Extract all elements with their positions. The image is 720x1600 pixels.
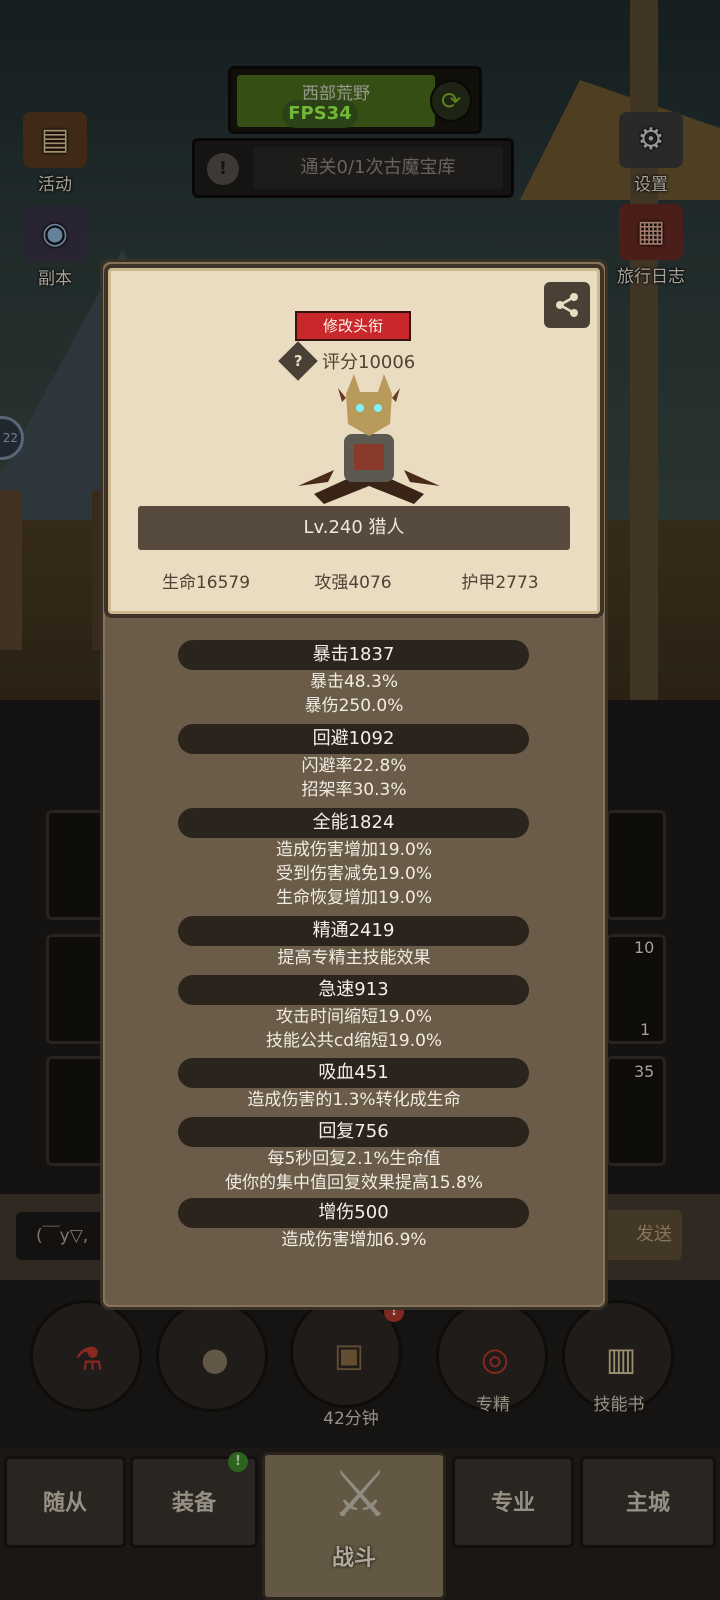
share-icon xyxy=(556,293,578,317)
stat-detail: 生命恢复增加19.0% xyxy=(275,888,432,908)
stat-header: 精通2419 xyxy=(178,916,529,946)
stat-header: 吸血451 xyxy=(178,1058,529,1088)
hp-stat: 生命16579 xyxy=(161,573,251,593)
stat-header: 全能1824 xyxy=(178,808,529,838)
stat-detail: 暴击48.3% xyxy=(309,672,398,692)
stat-detail: 提高专精主技能效果 xyxy=(277,948,431,968)
stat-header: 急速913 xyxy=(178,975,529,1005)
stat-header: 暴击1837 xyxy=(178,640,529,670)
stat-detail: 造成伤害的1.3%转化成生命 xyxy=(247,1090,461,1110)
stat-detail: 闪避率22.8% xyxy=(301,756,407,776)
stat-detail: 攻击时间缩短19.0% xyxy=(275,1007,432,1027)
level-class-bar: Lv.240 猎人 xyxy=(138,506,570,550)
stat-detail: 招架率30.3% xyxy=(301,780,407,800)
rename-title-button[interactable]: 修改头衔 xyxy=(295,311,411,341)
share-button[interactable] xyxy=(544,282,590,328)
stat-header: 回避1092 xyxy=(178,724,529,754)
hunter-character-portrait xyxy=(298,374,440,504)
stat-detail: 暴伤250.0% xyxy=(304,696,404,716)
stat-detail: 造成伤害增加19.0% xyxy=(275,840,432,860)
stat-detail: 造成伤害增加6.9% xyxy=(281,1230,427,1250)
stat-header: 增伤500 xyxy=(178,1198,529,1228)
armor-stat: 护甲2773 xyxy=(461,573,539,593)
score-row: ? 评分10006 xyxy=(278,341,416,381)
stat-detail: 受到伤害减免19.0% xyxy=(275,864,432,884)
stat-detail: 每5秒回复2.1%生命值 xyxy=(267,1149,441,1169)
stat-header: 回复756 xyxy=(178,1117,529,1147)
stat-detail: 技能公共cd缩短19.0% xyxy=(265,1031,443,1051)
score-value: 评分10006 xyxy=(322,352,416,373)
attack-power-stat: 攻强4076 xyxy=(314,573,392,593)
stat-detail: 使你的集中值回复效果提高15.8% xyxy=(224,1173,483,1193)
